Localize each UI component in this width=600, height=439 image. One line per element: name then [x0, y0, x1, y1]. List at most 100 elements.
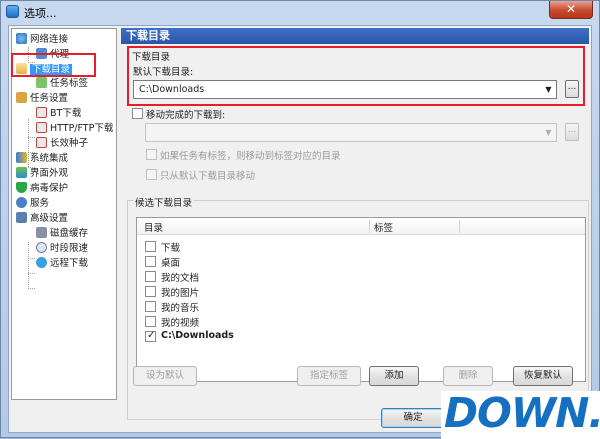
tree-item-virus[interactable]: 病毒保护 — [16, 181, 68, 196]
seed-icon — [36, 137, 47, 148]
tree-item-label: 时段限速 — [50, 243, 89, 254]
tree-item-label: 病毒保护 — [30, 183, 69, 194]
assign-tag-button[interactable]: 指定标签 — [297, 366, 361, 386]
service-icon — [16, 197, 27, 208]
row-label: 桌面 — [161, 258, 181, 269]
tree-item-service[interactable]: 服务 — [16, 196, 49, 211]
bt-icon — [36, 107, 47, 118]
tree-item-label: 高级设置 — [30, 213, 69, 224]
list-item[interactable]: 我的文档 — [137, 269, 577, 284]
default-dir-value: C:\Downloads — [139, 84, 205, 95]
clock-icon — [36, 242, 47, 253]
row-checkbox[interactable] — [145, 330, 156, 342]
list-header: 目录 标签 — [137, 218, 585, 235]
app-icon — [6, 5, 19, 18]
restore-default-button[interactable]: 恢复默认 — [513, 366, 573, 386]
tree-item-label: 任务设置 — [30, 93, 69, 104]
tree-item-label: 任务标签 — [50, 78, 89, 89]
close-button[interactable]: ✕ — [549, 1, 593, 19]
column-tag[interactable]: 标签 — [374, 220, 393, 234]
browse-default-dir-button[interactable]: ... — [565, 80, 579, 98]
tree-item-http[interactable]: HTTP/FTP下载 — [36, 121, 113, 136]
section-title: 下载目录 — [132, 52, 171, 63]
default-dir-label: 默认下载目录: — [133, 67, 194, 78]
only-default-label: 只从默认下载目录移动 — [160, 171, 256, 182]
row-checkbox[interactable] — [145, 316, 156, 327]
task-settings-icon — [16, 92, 27, 103]
title-bar[interactable]: 选项... ✕ — [1, 1, 599, 23]
watermark-logo: DOWN.cc — [441, 391, 600, 439]
window-title: 选项... — [24, 7, 57, 20]
tree-item-bt[interactable]: BT下载 — [36, 106, 81, 121]
move-completed-select[interactable]: ▼ — [145, 123, 557, 142]
row-label: 我的图片 — [161, 288, 200, 299]
dialog-client: 网络连接 代理 下载目录 任务标签 任务设置 BT下载 HTTP/FTP下载 长… — [8, 25, 592, 433]
integration-icon — [16, 152, 27, 163]
tag-dir-checkbox[interactable] — [146, 149, 157, 160]
row-checkbox[interactable] — [145, 256, 156, 267]
list-item[interactable]: 我的图片 — [137, 284, 577, 299]
dropdown-arrow-icon[interactable]: ▼ — [541, 81, 556, 98]
shield-icon — [16, 182, 27, 193]
candidates-title: 候选下载目录 — [133, 195, 195, 209]
tree-item-remote[interactable]: 远程下载 — [36, 256, 88, 271]
http-icon — [36, 122, 47, 133]
tree-item-label: HTTP/FTP下载 — [50, 123, 114, 134]
row-label: 我的文档 — [161, 273, 200, 284]
add-button[interactable]: 添加 — [369, 366, 419, 386]
move-completed-label: 移动完成的下载到: — [146, 110, 226, 121]
tree-item-time-limit[interactable]: 时段限速 — [36, 241, 88, 256]
list-item[interactable]: 下载 — [137, 239, 577, 254]
tree-item-advanced[interactable]: 高级设置 — [16, 211, 68, 226]
tree-item-appearance[interactable]: 界面外观 — [16, 166, 68, 181]
remote-icon — [36, 257, 47, 268]
list-item[interactable]: 我的音乐 — [137, 299, 577, 314]
column-directory[interactable]: 目录 — [144, 220, 163, 234]
row-label: 我的视频 — [161, 318, 200, 329]
tree-item-seed[interactable]: 长效种子 — [36, 136, 88, 151]
tree-item-label: BT下载 — [50, 108, 82, 119]
tree-item-disk-cache[interactable]: 磁盘缓存 — [36, 226, 88, 241]
only-default-checkbox[interactable] — [146, 169, 157, 180]
delete-button[interactable]: 删除 — [443, 366, 493, 386]
default-dir-select[interactable]: C:\Downloads ▼ — [133, 80, 557, 99]
move-completed-checkbox[interactable] — [132, 108, 143, 119]
tree-item-label: 系统集成 — [30, 153, 69, 164]
tree-item-integration[interactable]: 系统集成 — [16, 151, 68, 166]
highlight-box-tree — [11, 53, 96, 77]
tag-dir-label: 如果任务有标签，则移动到标签对应的目录 — [160, 151, 341, 162]
tag-icon — [36, 77, 47, 88]
tree-item-network[interactable]: 网络连接 — [16, 32, 68, 47]
list-item[interactable]: 桌面 — [137, 254, 577, 269]
panel-header: 下载目录 — [121, 28, 589, 44]
tree-item-label: 长效种子 — [50, 138, 89, 149]
tree-item-label: 远程下载 — [50, 258, 89, 269]
tree-item-task-settings[interactable]: 任务设置 — [16, 91, 68, 106]
ok-button[interactable]: 确定 — [381, 408, 445, 428]
tree-item-task-tags[interactable]: 任务标签 — [36, 76, 88, 91]
set-default-button[interactable]: 设为默认 — [133, 366, 197, 386]
settings-tree[interactable]: 网络连接 代理 下载目录 任务标签 任务设置 BT下载 HTTP/FTP下载 长… — [11, 28, 117, 400]
tree-item-label: 服务 — [30, 198, 50, 209]
appearance-icon — [16, 167, 27, 178]
tree-item-label: 网络连接 — [30, 34, 69, 45]
row-checkbox[interactable] — [145, 286, 156, 297]
candidates-list[interactable]: 目录 标签 下载 桌面 我的文档 我的图片 我的音乐 我的视频 C:\Downl… — [136, 217, 586, 382]
network-icon — [16, 33, 27, 44]
tree-item-label: 界面外观 — [30, 168, 69, 179]
disk-icon — [36, 227, 47, 238]
row-checkbox[interactable] — [145, 301, 156, 312]
row-checkbox[interactable] — [145, 241, 156, 252]
list-item[interactable]: C:\Downloads — [137, 329, 577, 344]
watermark-text: DOWN.cc — [444, 391, 600, 437]
advanced-icon — [16, 212, 27, 223]
options-window: 选项... ✕ 网络连接 代理 下载目录 任务标签 任务设置 BT下载 HTTP… — [0, 0, 600, 439]
row-label: 下载 — [161, 243, 181, 254]
row-label: C:\Downloads — [161, 330, 234, 341]
dropdown-arrow-icon[interactable]: ▼ — [541, 124, 556, 141]
browse-move-dir-button[interactable]: ... — [565, 123, 579, 141]
list-item[interactable]: 我的视频 — [137, 314, 577, 329]
tree-item-label: 磁盘缓存 — [50, 228, 89, 239]
row-label: 我的音乐 — [161, 303, 200, 314]
row-checkbox[interactable] — [145, 271, 156, 282]
